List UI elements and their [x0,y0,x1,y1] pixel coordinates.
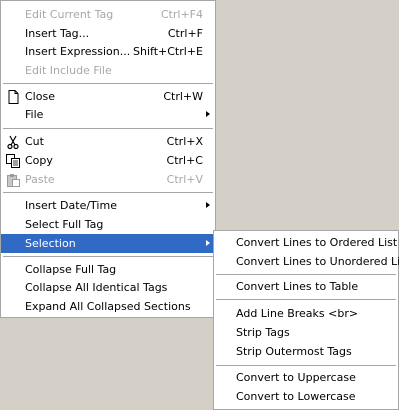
menu-item-copy[interactable]: Copy Ctrl+C [1,151,215,170]
submenu-item-convert-uppercase[interactable]: Convert to Uppercase [214,368,398,387]
menu-item-label: Insert Date/Time [25,199,117,212]
menu-item-shortcut: Ctrl+X [166,135,203,148]
menu-item-collapse-full-tag[interactable]: Collapse Full Tag [1,260,215,279]
menu-item-label: Edit Current Tag [25,8,114,21]
menu-separator [216,274,396,275]
menu-item-label: Copy [25,154,53,167]
menu-separator [3,83,213,84]
submenu-arrow-icon [206,240,210,246]
menu-separator [216,365,396,366]
menu-item-label: Convert Lines to Unordered List [236,255,399,268]
menu-item-label: Strip Outermost Tags [236,345,352,358]
submenu-item-strip-outermost-tags[interactable]: Strip Outermost Tags [214,342,398,361]
paste-icon [5,172,21,188]
menu-separator [3,256,213,257]
submenu-item-convert-lowercase[interactable]: Convert to Lowercase [214,387,398,406]
menu-item-label: Strip Tags [236,326,290,339]
menu-item-edit-include-file[interactable]: Edit Include File [1,61,215,80]
menu-item-cut[interactable]: Cut Ctrl+X [1,132,215,151]
menu-item-shortcut: Ctrl+W [163,90,203,103]
menu-separator [216,299,396,300]
menu-item-label: Collapse All Identical Tags [25,281,168,294]
menu-separator [3,128,213,129]
copy-icon [5,153,21,169]
submenu-item-add-line-breaks[interactable]: Add Line Breaks <br> [214,304,398,323]
close-document-icon [5,89,21,105]
scissors-icon [5,134,21,150]
menu-separator [3,192,213,193]
menu-item-shortcut: Shift+Ctrl+E [133,45,203,58]
menu-item-insert-expression[interactable]: Insert Expression... Shift+Ctrl+E [1,42,215,61]
submenu-item-lines-to-ordered-list[interactable]: Convert Lines to Ordered List [214,233,398,252]
menu-item-expand-collapsed-sections[interactable]: Expand All Collapsed Sections [1,297,215,316]
menu-item-label: Insert Tag... [25,27,90,40]
menu-item-label: Insert Expression... [25,45,131,58]
submenu-item-lines-to-table[interactable]: Convert Lines to Table [214,277,398,296]
menu-item-shortcut: Ctrl+C [166,154,203,167]
menu-item-label: File [25,108,44,121]
menu-item-close[interactable]: Close Ctrl+W [1,87,215,106]
menu-item-label: Convert Lines to Table [236,280,359,293]
menu-item-shortcut: Ctrl+F4 [160,8,203,21]
menu-item-label: Collapse Full Tag [25,263,117,276]
menu-item-shortcut: Ctrl+F [167,27,203,40]
menu-item-label: Select Full Tag [25,218,104,231]
menu-item-selection[interactable]: Selection [1,234,215,253]
menu-item-collapse-identical-tags[interactable]: Collapse All Identical Tags [1,278,215,297]
menu-item-paste[interactable]: Paste Ctrl+V [1,170,215,189]
menu-item-label: Expand All Collapsed Sections [25,300,191,313]
menu-item-label: Add Line Breaks <br> [236,307,359,320]
menu-item-shortcut: Ctrl+V [166,173,203,186]
menu-item-label: Paste [25,173,55,186]
menu-item-insert-date-time[interactable]: Insert Date/Time [1,196,215,215]
menu-item-label: Convert to Lowercase [236,390,356,403]
submenu-item-lines-to-unordered-list[interactable]: Convert Lines to Unordered List [214,252,399,271]
menu-item-file[interactable]: File [1,105,215,124]
selection-submenu: Convert Lines to Ordered List Convert Li… [213,230,399,410]
menu-item-label: Edit Include File [25,64,112,77]
menu-item-label: Selection [25,237,76,250]
submenu-arrow-icon [206,111,210,117]
menu-item-insert-tag[interactable]: Insert Tag... Ctrl+F [1,24,215,43]
menu-item-label: Cut [25,135,44,148]
submenu-item-strip-tags[interactable]: Strip Tags [214,323,398,342]
menu-item-edit-current-tag[interactable]: Edit Current Tag Ctrl+F4 [1,5,215,24]
submenu-arrow-icon [206,202,210,208]
menu-item-label: Convert to Uppercase [236,371,356,384]
menu-item-select-full-tag[interactable]: Select Full Tag [1,215,215,234]
menu-item-label: Close [25,90,55,103]
menu-item-label: Convert Lines to Ordered List [236,236,398,249]
context-menu: Edit Current Tag Ctrl+F4 Insert Tag... C… [0,0,216,318]
